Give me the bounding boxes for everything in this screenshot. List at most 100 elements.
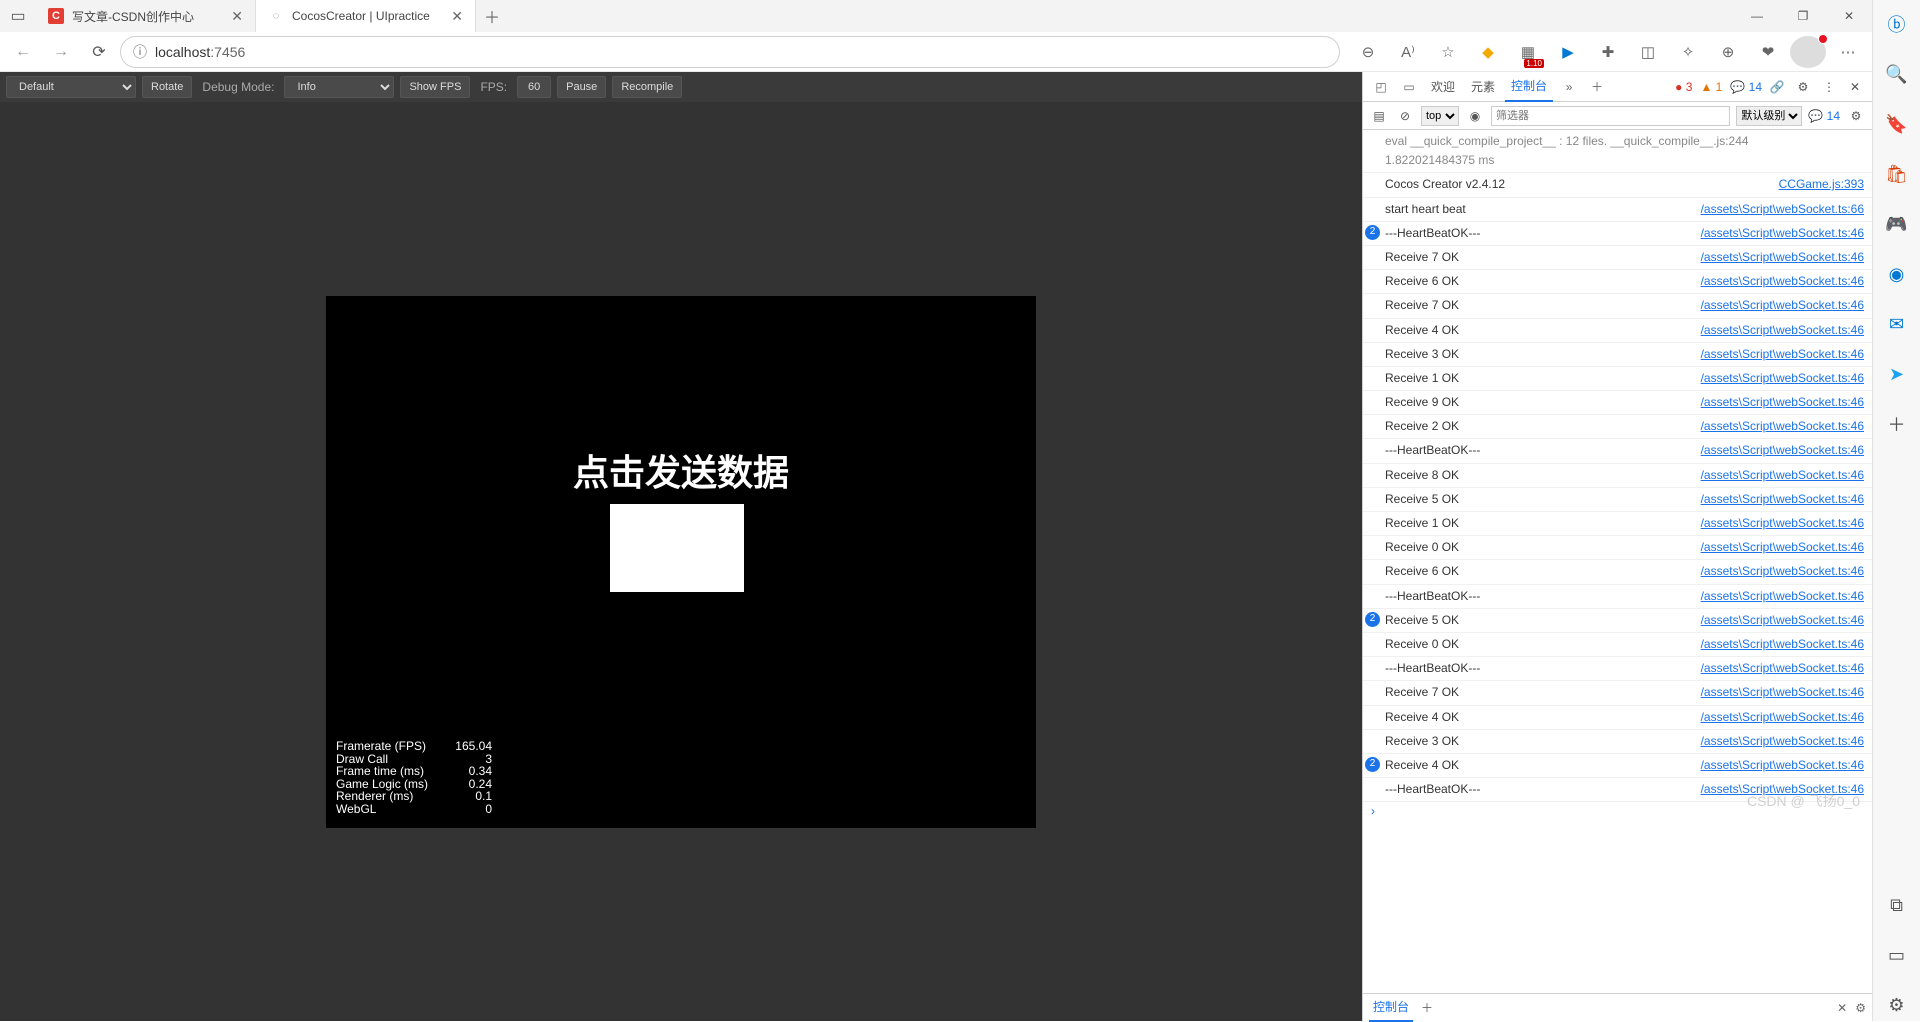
search-icon[interactable]: 🔍 <box>1881 58 1913 90</box>
hidden-count[interactable]: 💬 14 <box>1808 109 1840 123</box>
console-log-line[interactable]: Receive 3 OK/assets\Script\webSocket.ts:… <box>1363 343 1872 367</box>
ext-yellow-icon[interactable]: ◆ <box>1470 36 1506 68</box>
close-window-button[interactable]: ✕ <box>1826 0 1872 32</box>
console-log-line[interactable]: Receive 7 OK/assets\Script\webSocket.ts:… <box>1363 246 1872 270</box>
log-source-link[interactable]: /assets\Script\webSocket.ts:46 <box>1701 224 1864 243</box>
log-source-link[interactable]: /assets\Script\webSocket.ts:46 <box>1701 732 1864 751</box>
filter-input[interactable] <box>1491 106 1730 126</box>
console-log-line[interactable]: Receive 0 OK/assets\Script\webSocket.ts:… <box>1363 633 1872 657</box>
rotate-button[interactable]: Rotate <box>142 76 192 98</box>
info-count[interactable]: 💬 14 <box>1730 80 1762 94</box>
tab-close-icon[interactable]: ✕ <box>231 8 243 25</box>
console-settings-icon[interactable]: ⚙ <box>1846 109 1866 123</box>
back-button[interactable]: ← <box>6 36 40 68</box>
log-source-link[interactable]: /assets\Script\webSocket.ts:46 <box>1701 248 1864 267</box>
drawer-tab-console[interactable]: 控制台 <box>1369 994 1413 1022</box>
log-source-link[interactable]: /assets\Script\webSocket.ts:46 <box>1701 538 1864 557</box>
log-source-link[interactable]: /assets\Script\webSocket.ts:46 <box>1701 611 1864 630</box>
recompile-button[interactable]: Recompile <box>612 76 682 98</box>
console-log-line[interactable]: 2---HeartBeatOK---/assets\Script\webSock… <box>1363 222 1872 246</box>
showfps-button[interactable]: Show FPS <box>400 76 470 98</box>
tab-elements[interactable]: 元素 <box>1465 72 1501 102</box>
log-source-link[interactable]: /assets\Script\webSocket.ts:46 <box>1701 683 1864 702</box>
profile-avatar[interactable] <box>1790 36 1826 68</box>
collections-icon[interactable]: ⊕ <box>1710 36 1746 68</box>
favorites-bar-icon[interactable]: ✧ <box>1670 36 1706 68</box>
console-log-line[interactable]: Receive 2 OK/assets\Script\webSocket.ts:… <box>1363 415 1872 439</box>
add-sidebar-icon[interactable]: ＋ <box>1881 408 1913 440</box>
tab-close-icon[interactable]: ✕ <box>451 8 463 25</box>
ext-badge-icon[interactable]: ▦1.10 <box>1510 36 1546 68</box>
log-source-link[interactable]: /assets\Script\webSocket.ts:46 <box>1701 417 1864 436</box>
read-aloud-icon[interactable]: A⁾ <box>1390 36 1426 68</box>
shopping-icon[interactable]: 🛍 <box>1881 158 1913 190</box>
new-tab-button[interactable]: ＋ <box>476 0 508 32</box>
close-devtools-icon[interactable]: ✕ <box>1844 80 1866 94</box>
bing-chat-icon[interactable]: ⓑ <box>1881 8 1913 40</box>
device-preset-select[interactable]: Default <box>6 76 136 98</box>
zoom-icon[interactable]: ⊖ <box>1350 36 1386 68</box>
drawer-settings-icon[interactable]: ⚙ <box>1855 1001 1866 1015</box>
fps-input[interactable] <box>517 76 551 98</box>
refresh-button[interactable]: ⟳ <box>82 36 116 68</box>
console-log-line[interactable]: ---HeartBeatOK---/assets\Script\webSocke… <box>1363 439 1872 463</box>
console-log-line[interactable]: Receive 1 OK/assets\Script\webSocket.ts:… <box>1363 367 1872 391</box>
console-log-line[interactable]: Receive 7 OK/assets\Script\webSocket.ts:… <box>1363 681 1872 705</box>
ext-play-icon[interactable]: ▶ <box>1550 36 1586 68</box>
send-icon[interactable]: ➤ <box>1881 358 1913 390</box>
performance-icon[interactable]: ❤ <box>1750 36 1786 68</box>
console-log-line[interactable]: Receive 4 OK/assets\Script\webSocket.ts:… <box>1363 706 1872 730</box>
office-icon[interactable]: ◉ <box>1881 258 1913 290</box>
console-log-line[interactable]: 2Receive 4 OK/assets\Script\webSocket.ts… <box>1363 754 1872 778</box>
console-log-line[interactable]: ---HeartBeatOK---/assets\Script\webSocke… <box>1363 585 1872 609</box>
device-toggle-icon[interactable]: ▭ <box>1397 80 1421 94</box>
tab-console[interactable]: 控制台 <box>1505 72 1553 102</box>
console-log-line[interactable]: Receive 8 OK/assets\Script\webSocket.ts:… <box>1363 464 1872 488</box>
log-source-link[interactable]: /assets\Script\webSocket.ts:46 <box>1701 514 1864 533</box>
log-source-link[interactable]: /assets\Script\webSocket.ts:46 <box>1701 345 1864 364</box>
log-source-link[interactable]: /assets\Script\webSocket.ts:46 <box>1701 272 1864 291</box>
log-source-link[interactable]: /assets\Script\webSocket.ts:46 <box>1701 659 1864 678</box>
tab-welcome[interactable]: 欢迎 <box>1425 72 1461 102</box>
log-source-link[interactable]: /assets\Script\webSocket.ts:46 <box>1701 321 1864 340</box>
console-log-line[interactable]: Receive 6 OK/assets\Script\webSocket.ts:… <box>1363 560 1872 584</box>
browser-tab-cocos[interactable]: ◌ CocosCreator | UIpractice ✕ <box>256 0 476 32</box>
log-source-link[interactable]: /assets\Script\webSocket.ts:46 <box>1701 780 1864 799</box>
clear-console-icon[interactable]: ⊘ <box>1395 109 1415 123</box>
log-source-link[interactable]: /assets\Script\webSocket.ts:46 <box>1701 466 1864 485</box>
console-prompt[interactable]: › <box>1363 802 1872 820</box>
favorite-icon[interactable]: ☆ <box>1430 36 1466 68</box>
more-icon[interactable]: ⋮ <box>1818 80 1840 94</box>
console-log-list[interactable]: eval __quick_compile_project__ : 12 file… <box>1363 130 1872 993</box>
level-select[interactable]: 默认级别 <box>1736 106 1802 126</box>
games-icon[interactable]: 🎮 <box>1881 208 1913 240</box>
more-menu-icon[interactable]: ⋯ <box>1830 36 1866 68</box>
sidepanel-icon[interactable]: ◫ <box>1630 36 1666 68</box>
settings-icon[interactable]: ⚙ <box>1792 80 1814 94</box>
log-source-link[interactable]: /assets\Script\webSocket.ts:46 <box>1701 296 1864 315</box>
browser-tab-csdn[interactable]: C 写文章-CSDN创作中心 ✕ <box>36 0 256 32</box>
log-source-link[interactable]: /assets\Script\webSocket.ts:46 <box>1701 490 1864 509</box>
log-source-link[interactable]: /assets\Script\webSocket.ts:46 <box>1701 635 1864 654</box>
console-log-line[interactable]: start heart beat/assets\Script\webSocket… <box>1363 198 1872 222</box>
console-log-line[interactable]: ---HeartBeatOK---/assets\Script\webSocke… <box>1363 778 1872 802</box>
console-log-line[interactable]: Receive 4 OK/assets\Script\webSocket.ts:… <box>1363 319 1872 343</box>
drawer-add-icon[interactable]: ＋ <box>1421 999 1433 1016</box>
log-source-link[interactable]: /assets\Script\webSocket.ts:46 <box>1701 369 1864 388</box>
extensions-icon[interactable]: ✚ <box>1590 36 1626 68</box>
tab-overview-icon[interactable]: ▭ <box>0 0 36 32</box>
console-log-line[interactable]: Receive 1 OK/assets\Script\webSocket.ts:… <box>1363 512 1872 536</box>
console-log-line[interactable]: Cocos Creator v2.4.12CCGame.js:393 <box>1363 173 1872 197</box>
sidebar-toggle-icon[interactable]: ▤ <box>1369 109 1389 123</box>
inspect-icon[interactable]: ◰ <box>1369 80 1393 94</box>
console-log-line[interactable]: 2Receive 5 OK/assets\Script\webSocket.ts… <box>1363 609 1872 633</box>
console-log-line[interactable]: Receive 9 OK/assets\Script\webSocket.ts:… <box>1363 391 1872 415</box>
url-box[interactable]: ⓘ localhost:7456 <box>120 36 1340 68</box>
log-source-link[interactable]: /assets\Script\webSocket.ts:46 <box>1701 587 1864 606</box>
maximize-button[interactable]: ❐ <box>1780 0 1826 32</box>
site-info-icon[interactable]: ⓘ <box>133 42 147 62</box>
log-source-link[interactable]: /assets\Script\webSocket.ts:66 <box>1701 200 1864 219</box>
debugmode-select[interactable]: Info <box>284 76 394 98</box>
console-log-line[interactable]: Receive 0 OK/assets\Script\webSocket.ts:… <box>1363 536 1872 560</box>
sidebar-toggle-icon[interactable]: ▭ <box>1881 939 1913 971</box>
